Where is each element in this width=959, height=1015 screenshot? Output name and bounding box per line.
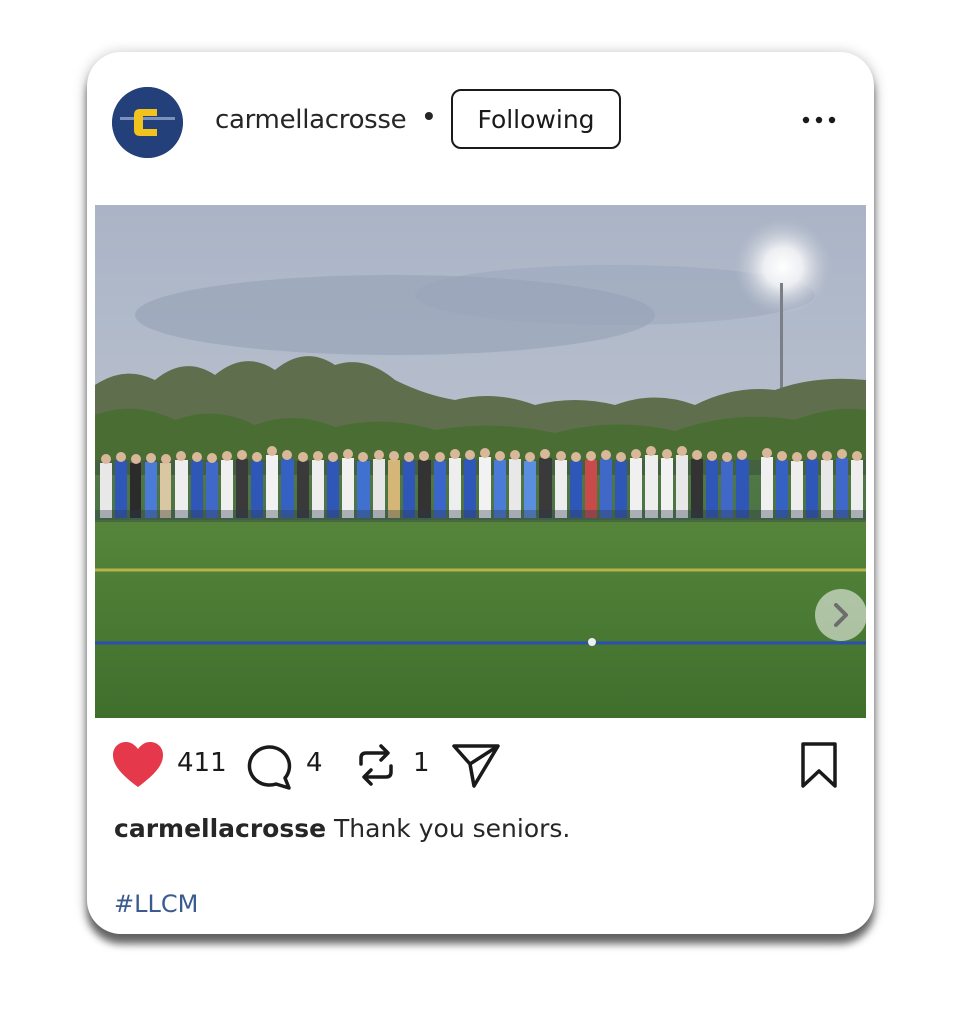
team-logo-icon <box>112 87 183 158</box>
bookmark-icon[interactable] <box>798 740 840 790</box>
action-bar: 411 4 1 <box>87 732 874 802</box>
repost-count[interactable]: 1 <box>413 748 430 778</box>
hashtag-link[interactable]: #LLCM <box>114 890 198 918</box>
more-dots-icon[interactable] <box>799 110 839 130</box>
separator-dot: • <box>424 100 434 131</box>
following-button[interactable]: Following <box>451 89 621 149</box>
next-photo-button[interactable] <box>815 589 866 641</box>
caption: carmellacrosse Thank you seniors. <box>114 814 570 843</box>
share-send-icon[interactable] <box>450 740 502 790</box>
comment-icon[interactable] <box>243 742 293 790</box>
post-photo[interactable] <box>95 205 866 718</box>
post-card: carmellacrosse • Following 411 4 1 carme… <box>87 52 874 934</box>
team-photo-image <box>95 205 866 718</box>
caption-text: Thank you seniors. <box>334 814 571 843</box>
heart-icon[interactable] <box>111 740 165 790</box>
post-header: carmellacrosse • Following <box>87 52 874 202</box>
comment-count[interactable]: 4 <box>306 748 323 778</box>
avatar[interactable] <box>112 87 183 158</box>
like-count[interactable]: 411 <box>177 748 227 778</box>
chevron-right-icon <box>834 603 848 627</box>
caption-username[interactable]: carmellacrosse <box>114 814 326 843</box>
username-link[interactable]: carmellacrosse <box>215 105 407 135</box>
repost-icon[interactable] <box>351 740 401 790</box>
